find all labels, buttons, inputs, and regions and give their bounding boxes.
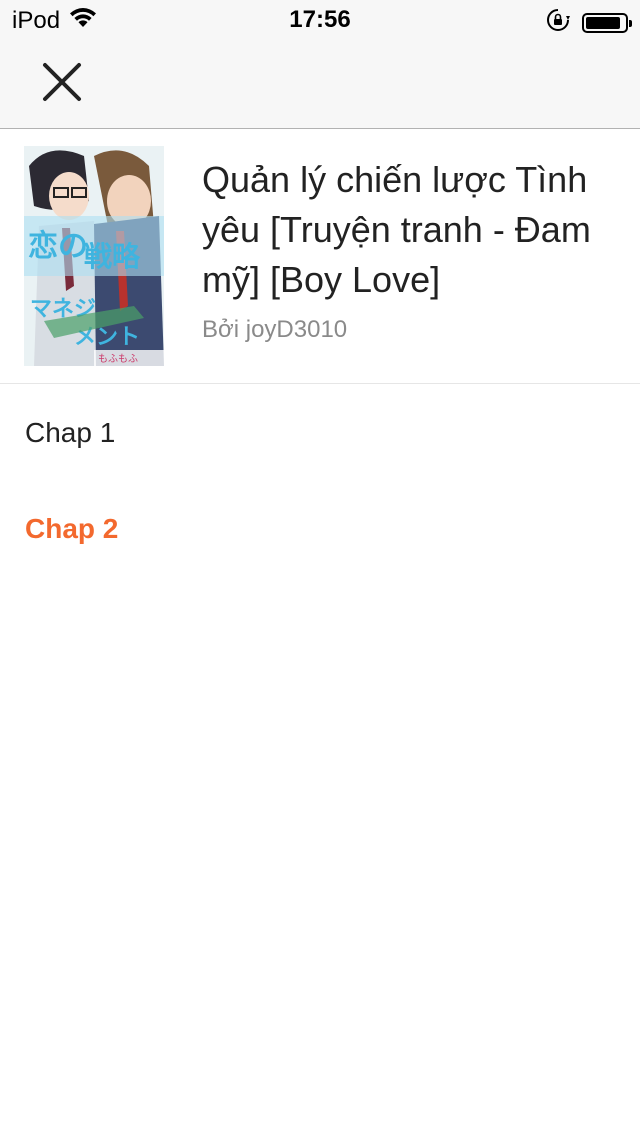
chapter-list: Chap 1 Chap 2	[0, 384, 640, 576]
battery-level	[586, 16, 620, 29]
story-title: Quản lý chiến lược Tình yêu [Truyện tran…	[202, 159, 591, 300]
orientation-lock-icon	[546, 8, 570, 37]
chapter-item-1[interactable]: Chap 1	[0, 384, 640, 480]
story-cover-image[interactable]: 恋の 戦略 マネジ メント もふもふ	[24, 146, 164, 366]
story-author[interactable]: Bởi joyD3010	[202, 316, 347, 344]
status-right	[546, 8, 632, 37]
chapter-item-2[interactable]: Chap 2	[0, 480, 640, 576]
svg-text:もふもふ: もふもふ	[98, 353, 138, 365]
svg-text:戦略: 戦略	[84, 240, 141, 273]
story-header: 恋の 戦略 マネジ メント もふもふ Quản lý chiến lược Tì…	[0, 129, 640, 384]
svg-text:恋の: 恋の	[28, 229, 88, 264]
page: iPod 17:56 恋の 戦略 マネジ メント もふもふ Quản lý ch…	[0, 0, 640, 1136]
close-button[interactable]	[34, 56, 90, 112]
close-icon	[42, 62, 82, 107]
status-time: 17:56	[289, 6, 351, 33]
battery-icon	[582, 12, 632, 33]
nav-bar	[0, 40, 640, 129]
status-bar: iPod 17:56	[0, 0, 640, 40]
battery-cap	[629, 19, 632, 27]
